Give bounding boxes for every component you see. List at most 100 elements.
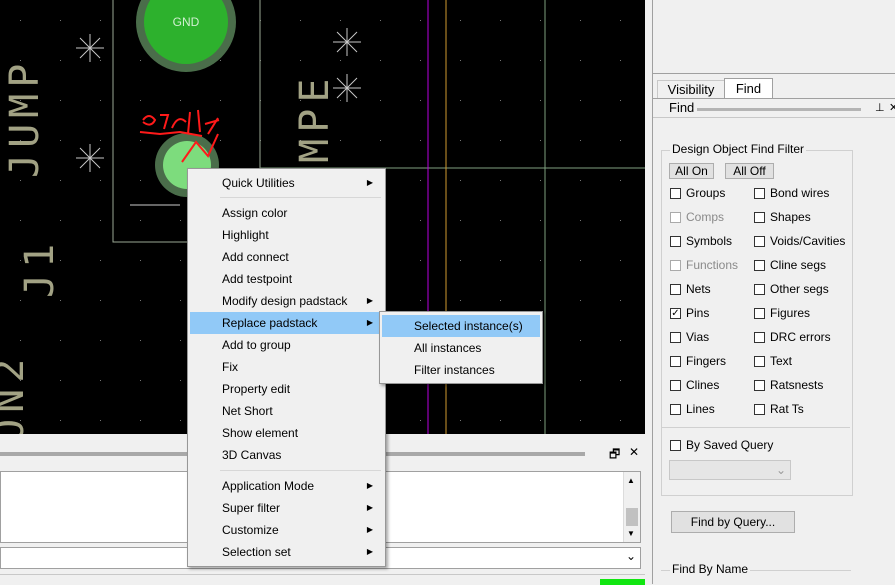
menu-item-quick-utilities[interactable]: Quick Utilities ▶ [190,172,383,194]
menu-item-fix[interactable]: Fix [190,356,383,378]
menu-item-label: Quick Utilities [222,176,295,190]
menu-item-label: Add connect [222,250,289,264]
label-lines: Lines [686,402,715,416]
checkbox-bond-wires[interactable] [754,188,765,199]
menu-item-label: 3D Canvas [222,448,282,462]
label-comps: Comps [686,210,725,224]
submenu-arrow-icon: ▶ [366,503,373,512]
menu-item-replace-padstack[interactable]: Replace padstack ▶ [190,312,383,334]
chevron-down-icon[interactable]: ⌄ [626,549,636,563]
by-saved-query-checkbox[interactable] [670,440,681,451]
menu-item-show-element[interactable]: Show element [190,422,383,444]
checkbox-lines[interactable] [670,404,681,415]
checkbox-clines[interactable] [670,380,681,391]
checkbox-text[interactable] [754,356,765,367]
submenu-arrow-icon: ▶ [366,318,373,327]
tab-visibility[interactable]: Visibility [657,80,725,98]
checkbox-ratsnests[interactable] [754,380,765,391]
all-off-button[interactable]: All Off [725,163,774,179]
label-cline-segs: Cline segs [770,258,827,272]
menu-separator [220,197,381,198]
menu-item-modify-design-padstack[interactable]: Modify design padstack ▶ [190,290,383,312]
menu-item-assign-color[interactable]: Assign color [190,202,383,224]
restore-icon[interactable]: 🗗 [609,445,620,466]
options-panel: Visibility Find Find ⊥ ✕ Design Object F… [652,0,895,584]
label-groups: Groups [686,186,726,200]
label-text: Text [770,354,793,368]
panel-header: Find [669,100,695,115]
menu-item-label: Add to group [222,338,291,352]
checkbox-rat-ts[interactable] [754,404,765,415]
submenu-arrow-icon: ▶ [366,525,373,534]
menu-item-add-to-group[interactable]: Add to group [190,334,383,356]
scrollbar[interactable]: ▲ ▼ [623,472,640,542]
menu-item-label: Show element [222,426,299,440]
menu-item-add-connect[interactable]: Add connect [190,246,383,268]
menu-item-selection-set[interactable]: Selection set ▶ [190,541,383,563]
menu-item-customize[interactable]: Customize ▶ [190,519,383,541]
checkbox-figures[interactable] [754,308,765,319]
menu-item-label: Add testpoint [222,272,293,286]
submenu-arrow-icon: ▶ [366,178,373,187]
checkbox-symbols[interactable] [670,236,681,247]
label-drc-errors: DRC errors [770,330,831,344]
menu-item-label: Assign color [222,206,288,220]
checkbox-groups[interactable] [670,188,681,199]
checkbox-voids-cavities[interactable] [754,236,765,247]
label-other-segs: Other segs [770,282,829,296]
menu-item-highlight[interactable]: Highlight [190,224,383,246]
menu-item-property-edit[interactable]: Property edit [190,378,383,400]
find-by-query-button[interactable]: Find by Query... [671,511,795,533]
checkbox-drc-errors[interactable] [754,332,765,343]
submenu-item-selected-instance-s[interactable]: Selected instance(s) [382,315,540,337]
checkbox-functions [670,260,681,271]
label-symbols: Symbols [686,234,733,248]
checkbox-fingers[interactable] [670,356,681,367]
saved-query-dropdown[interactable]: ⌄ [669,460,791,480]
replace-padstack-submenu: Selected instance(s) All instances Filter … [379,311,543,384]
panel-header-grip [697,108,861,111]
menu-item-label: Super filter [222,501,281,515]
pin-icon[interactable]: ⊥ [875,101,885,114]
filter-group-title: Design Object Find Filter [670,142,807,156]
submenu-item-all-instances[interactable]: All instances [382,337,540,359]
checkbox-other-segs[interactable] [754,284,765,295]
menu-item-application-mode[interactable]: Application Mode ▶ [190,475,383,497]
tab-find[interactable]: Find [724,78,773,99]
menu-item-3d-canvas[interactable]: 3D Canvas [190,444,383,466]
label-figures: Figures [770,306,811,320]
submenu-arrow-icon: ▶ [366,481,373,490]
pad-label: GND [172,15,200,29]
menu-item-label: Property edit [222,382,291,396]
panel-top-area [653,0,895,74]
panel-close-icon[interactable]: ✕ [889,101,895,114]
all-on-button[interactable]: All On [669,163,714,179]
menu-item-label: Application Mode [222,479,315,493]
filter-divider [662,427,850,428]
menu-item-label: Replace padstack [222,316,318,330]
menu-item-label: Highlight [222,228,269,242]
submenu-arrow-icon: ▶ [366,547,373,556]
close-icon[interactable]: ✕ [629,445,639,459]
checkbox-shapes[interactable] [754,212,765,223]
label-voids-cavities: Voids/Cavities [770,234,846,248]
label-ratsnests: Ratsnests [770,378,824,392]
checkbox-cline-segs[interactable] [754,260,765,271]
label-nets: Nets [686,282,711,296]
menu-item-super-filter[interactable]: Super filter ▶ [190,497,383,519]
scroll-thumb[interactable] [626,508,638,526]
label-pins: Pins [686,306,710,320]
checkbox-nets[interactable] [670,284,681,295]
submenu-arrow-icon: ▶ [366,296,373,305]
menu-item-net-short[interactable]: Net Short [190,400,383,422]
submenu-item-filter-instances[interactable]: Filter instances [382,359,540,381]
scroll-up-icon[interactable]: ▲ [627,476,635,485]
menu-item-label: Fix [222,360,238,374]
context-menu: Quick Utilities ▶ Assign color Highlight Add… [187,168,386,567]
checkbox-vias[interactable] [670,332,681,343]
label-bond-wires: Bond wires [770,186,830,200]
checkbox-pins[interactable]: ✓ [670,308,681,319]
scroll-down-icon[interactable]: ▼ [627,529,635,538]
label-functions: Functions [686,258,739,272]
menu-item-add-testpoint[interactable]: Add testpoint [190,268,383,290]
